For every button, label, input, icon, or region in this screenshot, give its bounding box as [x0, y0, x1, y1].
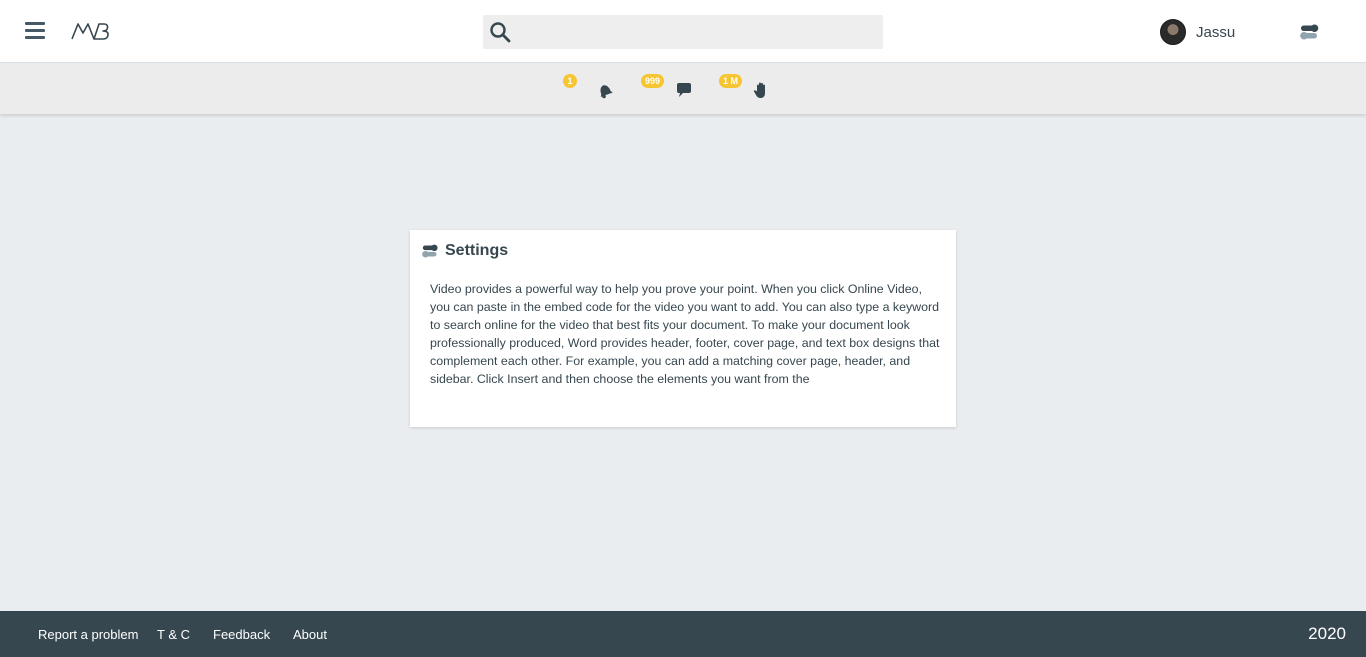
card-header: Settings	[422, 241, 508, 261]
hamburger-menu-icon[interactable]	[25, 22, 45, 40]
bell-icon	[600, 85, 613, 99]
logo[interactable]	[70, 20, 112, 42]
notification-messages[interactable]: 999	[640, 64, 696, 114]
user-profile[interactable]: Jassu	[1160, 19, 1235, 45]
user-name: Jassu	[1196, 23, 1236, 41]
search-input[interactable]	[519, 15, 879, 49]
avatar[interactable]	[1160, 19, 1186, 45]
card-title: Settings	[445, 242, 509, 259]
chat-bubble-icon	[677, 83, 691, 97]
waves-count-badge: 1 M	[719, 74, 743, 88]
footer-link-report-problem[interactable]: Report a problem	[38, 627, 138, 642]
notification-bar: 1 999 1 M	[0, 64, 1366, 114]
footer: Report a problem T & C Feedback About 20…	[0, 611, 1366, 657]
messages-count-badge: 999	[641, 74, 665, 88]
settings-toggle-icon	[422, 244, 438, 258]
footer-link-terms[interactable]: T & C	[157, 627, 190, 642]
footer-year: 2020	[1308, 624, 1346, 643]
card-body-text: Video provides a powerful way to help yo…	[430, 282, 940, 386]
footer-link-feedback[interactable]: Feedback	[213, 627, 270, 642]
search-bar[interactable]	[483, 15, 883, 49]
top-bar: Jassu	[0, 0, 1366, 63]
settings-card: Settings Video provides a powerful way t…	[410, 230, 956, 427]
search-icon[interactable]	[488, 20, 512, 44]
notification-count-badge: 1	[563, 74, 577, 88]
footer-link-about[interactable]: About	[293, 627, 327, 642]
settings-toggle-icon[interactable]	[1300, 24, 1320, 40]
notification-waves[interactable]: 1 M	[718, 64, 774, 114]
hand-wave-icon	[753, 82, 765, 98]
notification-bell[interactable]: 1	[560, 64, 616, 114]
